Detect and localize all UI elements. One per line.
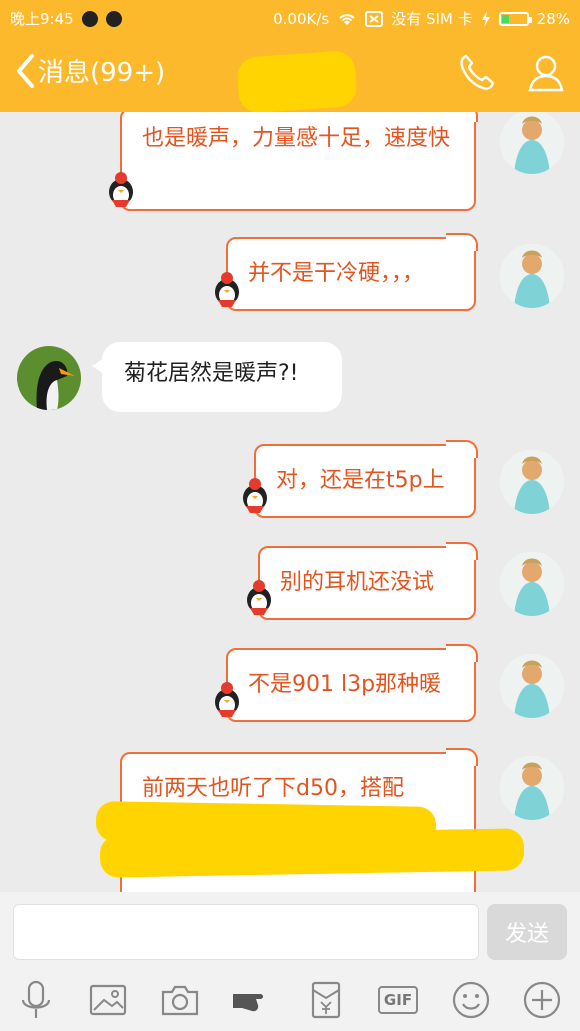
status-bar: 晚上9:45 0.00K/s 没有 SIM 卡 28% [0, 0, 580, 34]
message-input[interactable] [13, 904, 479, 960]
my-avatar[interactable] [500, 654, 564, 718]
penguin-sticker-icon [109, 172, 133, 207]
chevron-left-icon [17, 53, 34, 88]
network-speed: 0.00K/s [273, 9, 330, 28]
chat-area: 也是暖声，力量感十足，速度快 并不是干冷硬，，， 菊花居然是暖声?! 对，还是在… [0, 112, 580, 892]
no-sim-icon [365, 10, 384, 27]
no-sim-text: 没有 SIM 卡 [391, 10, 473, 28]
message-text: 不是901 l3p那种暖 [248, 672, 442, 697]
penguin-sticker-icon [215, 272, 239, 307]
my-avatar[interactable] [500, 552, 564, 616]
penguin-sticker-icon [243, 478, 267, 513]
gif-icon[interactable]: GIF [376, 978, 420, 1022]
penguin-sticker-icon [247, 580, 271, 615]
send-button[interactable]: 发送 [487, 904, 567, 960]
message-text: 对，还是在t5p上 [276, 468, 445, 493]
message-bubble[interactable]: 不是901 l3p那种暖 [226, 644, 478, 722]
message-bubble[interactable]: 也是暖声，力量感十足，速度快 [120, 112, 478, 211]
image-icon[interactable] [86, 978, 130, 1022]
notification-icon [81, 10, 98, 27]
message-text: 别的耳机还没试 [280, 570, 435, 595]
my-avatar[interactable] [500, 244, 564, 308]
redaction-mark [99, 828, 525, 878]
red-envelope-icon[interactable] [304, 978, 348, 1022]
message-text: 也是暖声，力量感十足，速度快 [142, 126, 451, 151]
pointer-hand-icon[interactable] [230, 978, 274, 1022]
phone-icon[interactable] [456, 52, 496, 92]
message-bubble[interactable]: 菊花居然是暖声?! [92, 342, 342, 412]
message-text: 菊花居然是暖声?! [124, 361, 299, 386]
charging-icon [481, 10, 490, 27]
chat-header: 消息(99+) [0, 34, 580, 115]
wifi-icon [339, 13, 355, 25]
contact-avatar[interactable] [17, 346, 81, 410]
battery-icon [498, 11, 532, 26]
composer-bar: 发送 GIF [0, 892, 580, 1031]
message-text: 并不是干冷硬，，， [248, 261, 425, 286]
message-bubble[interactable]: 别的耳机还没试 [258, 542, 478, 620]
emoji-icon[interactable] [449, 978, 493, 1022]
message-bubble[interactable]: 并不是干冷硬，，， [226, 233, 478, 311]
my-avatar[interactable] [500, 112, 564, 174]
back-button[interactable]: 消息(99+) [14, 52, 165, 89]
status-time: 晚上9:45 [10, 10, 74, 28]
redacted-contact-name [236, 49, 358, 115]
my-avatar[interactable] [500, 756, 564, 820]
camera-icon[interactable] [158, 978, 202, 1022]
message-bubble[interactable]: 对，还是在t5p上 [254, 440, 478, 518]
microphone-icon[interactable] [14, 978, 58, 1022]
video-icon [105, 10, 122, 27]
back-label: 消息(99+) [38, 58, 166, 88]
penguin-sticker-icon [215, 682, 239, 717]
message-text: 前两天也听了下d50，搭配 [142, 776, 404, 801]
battery-percent: 28% [536, 9, 570, 28]
plus-icon[interactable] [520, 978, 564, 1022]
my-avatar[interactable] [500, 450, 564, 514]
gif-label: GIF [377, 986, 419, 1014]
profile-icon[interactable] [526, 52, 566, 92]
